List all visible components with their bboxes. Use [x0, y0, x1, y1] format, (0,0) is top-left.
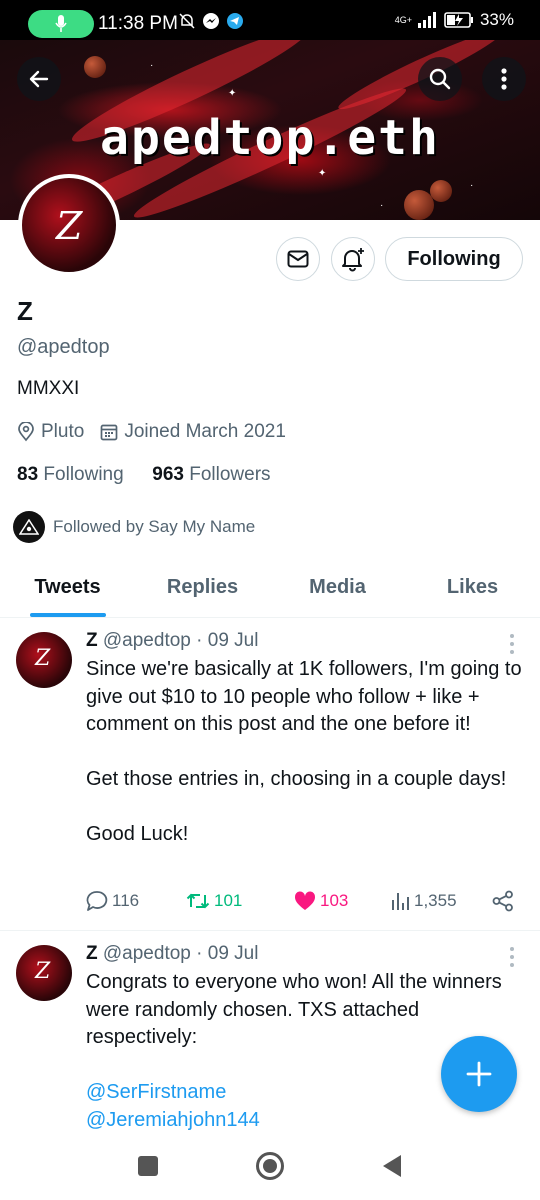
share-icon: [492, 890, 513, 912]
tweet-date: · 09 Jul: [196, 943, 259, 964]
notifications-button[interactable]: [331, 237, 375, 281]
tweet-text: Since we're basically at 1K followers, I…: [86, 656, 526, 849]
home-button[interactable]: [256, 1152, 284, 1180]
reply-button[interactable]: 116: [86, 890, 186, 912]
signal-icon: [417, 12, 436, 28]
profile-tabs: Tweets Replies Media Likes: [0, 560, 540, 618]
network-type: 4G+: [394, 14, 412, 25]
profile-avatar[interactable]: Z: [18, 174, 120, 276]
mention-link[interactable]: @Jeremiahjohn144: [86, 1107, 526, 1135]
like-count: 103: [320, 891, 349, 910]
followed-by-text: Followed by Say My Name: [53, 517, 256, 536]
message-button[interactable]: [276, 237, 320, 281]
reply-count: 116: [112, 891, 140, 910]
status-time: 11:38 PM: [98, 13, 178, 34]
following-label: Following: [43, 464, 124, 485]
tweet-avatar[interactable]: Z: [16, 632, 72, 688]
retweet-icon: [186, 893, 210, 909]
views-button[interactable]: 1,355: [390, 891, 492, 911]
tweet-author-handle: @apedtop: [102, 943, 191, 964]
retweet-count: 101: [214, 891, 243, 910]
following-link[interactable]: 83 Following: [17, 464, 124, 485]
tweet-more-button[interactable]: [508, 634, 516, 654]
followers-count: 963: [152, 464, 184, 485]
more-options-button[interactable]: [482, 57, 526, 101]
telegram-icon: [227, 13, 243, 29]
follow-counts: 83 Following 963 Followers: [17, 464, 271, 486]
bell-plus-icon: [342, 248, 364, 272]
battery-level: 33%: [479, 10, 514, 29]
tweet-avatar[interactable]: Z: [16, 945, 72, 1001]
messenger-icon: [203, 13, 219, 29]
tweet-actions: 116 101 103 1,355: [86, 890, 516, 912]
tweet-more-button[interactable]: [508, 947, 516, 967]
tweet-author-handle: @apedtop: [102, 630, 191, 651]
tweet-paragraph: Since we're basically at 1K followers, I…: [86, 658, 522, 735]
heart-icon: [294, 891, 316, 910]
tab-replies[interactable]: Replies: [135, 560, 270, 617]
tweet-paragraph: Congrats to everyone who won! All the wi…: [86, 971, 502, 1048]
plus-icon: [466, 1061, 492, 1087]
following-count: 83: [17, 464, 39, 485]
back-button[interactable]: [17, 57, 61, 101]
tweet-paragraph: Get those entries in, choosing in a coup…: [86, 768, 507, 790]
status-bar: 11:38 PM 4G+ 33%: [0, 0, 540, 40]
tweet-paragraph: Good Luck!: [86, 823, 189, 845]
tab-tweets[interactable]: Tweets: [0, 560, 135, 617]
followers-link[interactable]: 963 Followers: [152, 464, 270, 485]
like-button[interactable]: 103: [294, 891, 390, 911]
profile-bio: MMXXI: [17, 378, 80, 399]
follower-avatar: [13, 511, 45, 543]
arrow-left-icon: [29, 70, 49, 88]
recents-button[interactable]: [138, 1156, 158, 1176]
mute-bell-icon: [179, 13, 195, 29]
more-vertical-icon: [501, 68, 507, 90]
search-icon: [429, 68, 451, 90]
profile-meta: Pluto Joined March 2021: [17, 421, 286, 443]
profile-name: Z: [17, 296, 33, 326]
share-button[interactable]: [492, 890, 514, 912]
profile-location: Pluto: [41, 421, 85, 442]
tab-likes[interactable]: Likes: [405, 560, 540, 617]
system-navigation-bar: [0, 1134, 540, 1200]
tweet[interactable]: Z Z @apedtop · 09 Jul Since we're basica…: [0, 618, 540, 930]
mic-active-indicator: [28, 10, 94, 38]
calendar-icon: [100, 424, 118, 441]
following-button[interactable]: Following: [385, 237, 523, 281]
profile-joined: Joined March 2021: [124, 421, 286, 442]
tweet-date: · 09 Jul: [196, 630, 259, 651]
battery-icon: [444, 12, 473, 28]
view-count: 1,355: [414, 891, 457, 910]
followers-label: Followers: [189, 464, 271, 485]
location-pin-icon: [18, 422, 34, 442]
banner-title: apedtop.eth: [100, 110, 440, 166]
back-nav-button[interactable]: [382, 1154, 402, 1178]
profile-handle: @apedtop: [17, 336, 110, 358]
tweet-header: Z @apedtop · 09 Jul: [86, 630, 258, 652]
analytics-icon: [392, 893, 409, 910]
compose-tweet-button[interactable]: [441, 1036, 517, 1112]
tweet-header: Z @apedtop · 09 Jul: [86, 943, 258, 965]
tweet-author-name: Z: [86, 630, 98, 651]
microphone-icon: [55, 15, 67, 32]
retweet-button[interactable]: 101: [186, 891, 294, 911]
envelope-icon: [287, 250, 309, 268]
search-button[interactable]: [418, 57, 462, 101]
tweet-author-name: Z: [86, 943, 98, 964]
followed-by[interactable]: Followed by Say My Name: [13, 511, 255, 543]
reply-icon: [86, 891, 108, 911]
avatar-letter: Z: [56, 204, 83, 248]
tab-media[interactable]: Media: [270, 560, 405, 617]
